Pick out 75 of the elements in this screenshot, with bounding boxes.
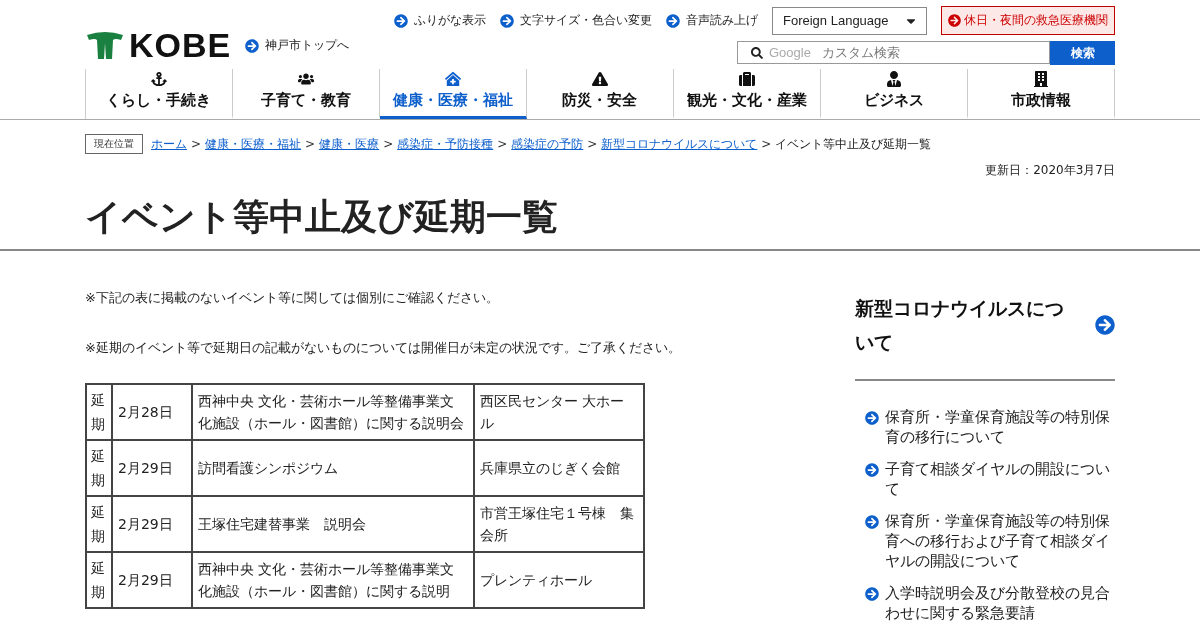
google-label: Google xyxy=(769,45,811,60)
breadcrumb-link[interactable]: 健康・医療 xyxy=(319,135,380,153)
table-cell: 延期 xyxy=(86,384,112,440)
table-cell: 延期 xyxy=(86,496,112,552)
table-cell: 延期 xyxy=(86,552,112,608)
breadcrumb-link[interactable]: 新型コロナウイルスについて xyxy=(601,135,758,153)
table-cell: 2月28日 xyxy=(112,384,192,440)
utility-link[interactable]: 音声読み上げ xyxy=(666,12,758,29)
page-title: イベント等中止及び延期一覧 xyxy=(85,195,559,239)
table-cell: 西神中央 文化・芸術ホール等整備事業文化施設（ホール・図書館）に関する説明会 xyxy=(192,384,474,440)
arrow-icon xyxy=(865,515,879,529)
sidebar-link[interactable]: 入学時説明会及び分散登校の見合わせに関する緊急要請 xyxy=(865,583,1115,623)
logo-mark-icon xyxy=(85,30,125,61)
table-cell: 2月29日 xyxy=(112,552,192,608)
kobe-logo[interactable]: KOBE xyxy=(85,26,232,65)
note-text: ※下記の表に掲載のないイベント等に関しては個別にご確認ください。 xyxy=(85,289,500,307)
breadcrumb-link[interactable]: 感染症・予防接種 xyxy=(397,135,494,153)
table-cell: 訪問看護シンポジウム xyxy=(192,440,474,496)
arrow-icon xyxy=(245,38,260,53)
updated-date: 更新日：2020年3月7日 xyxy=(985,163,1115,177)
sidebar-link[interactable]: 保育所・学童保育施設等の特別保育への移行および子育て相談ダイヤルの開設について xyxy=(865,511,1115,571)
utility-link[interactable]: ふりがな表示 xyxy=(394,12,486,29)
language-select[interactable]: Foreign Language xyxy=(772,6,927,35)
logo-text: KOBE xyxy=(129,26,232,65)
building-icon xyxy=(1033,71,1050,87)
nav-tab[interactable]: 観光・文化・産業 xyxy=(674,69,822,119)
utility-link[interactable]: 文字サイズ・色合い変更 xyxy=(500,12,652,29)
table-cell: プレンティホール xyxy=(474,552,644,608)
breadcrumb-current: イベント等中止及び延期一覧 xyxy=(775,135,932,153)
arrow-icon xyxy=(865,411,879,425)
nav-tab[interactable]: くらし・手続き xyxy=(85,69,233,119)
nav-tab[interactable]: 子育て・教育 xyxy=(232,69,380,119)
nav-tab[interactable]: 市政情報 xyxy=(968,69,1116,119)
breadcrumb-separator: > xyxy=(497,137,508,151)
sidebar-heading-link[interactable]: 新型コロナウイルスについて xyxy=(855,289,1115,381)
nav-tab[interactable]: ビジネス xyxy=(821,69,969,119)
sidebar-link[interactable]: 保育所・学童保育施設等の特別保育の移行について xyxy=(865,407,1115,447)
table-cell: 市営王塚住宅１号棟 集会所 xyxy=(474,496,644,552)
nav-tab[interactable]: 防災・安全 xyxy=(526,69,675,119)
table-cell: 2月29日 xyxy=(112,496,192,552)
breadcrumb-separator: > xyxy=(305,137,316,151)
arrow-icon xyxy=(1095,315,1115,335)
suitcase-icon xyxy=(739,71,756,87)
nav-tab[interactable]: 健康・医療・福祉 xyxy=(379,69,527,119)
breadcrumb-separator: > xyxy=(587,137,598,151)
city-top-link[interactable]: 神戸市トップへ xyxy=(245,37,350,54)
people-icon xyxy=(297,71,314,87)
hospital-icon xyxy=(444,71,461,87)
search-icon xyxy=(751,46,763,59)
breadcrumb-separator: > xyxy=(191,137,202,151)
search-button[interactable]: 検索 xyxy=(1050,41,1115,65)
breadcrumb-link[interactable]: 感染症の予防 xyxy=(511,135,584,153)
note-text: ※延期のイベント等で延期日の記載がないものについては開催日が未定の状況です。ご了承ください。 xyxy=(85,339,682,357)
table-cell: 2月29日 xyxy=(112,440,192,496)
person-icon xyxy=(886,71,903,87)
breadcrumb-separator: > xyxy=(383,137,394,151)
table-cell: 西神中央 文化・芸術ホール等整備事業文化施設（ホール・図書館）に関する説明 xyxy=(192,552,474,608)
table-cell: 西区民センター 大ホール xyxy=(474,384,644,440)
arrow-icon xyxy=(865,587,879,601)
arrow-icon xyxy=(666,13,680,28)
emergency-button[interactable]: 休日・夜間の救急医療機関 xyxy=(941,6,1115,35)
table-cell: 兵庫県立のじぎく会館 xyxy=(474,440,644,496)
table-cell: 王塚住宅建替事業 説明会 xyxy=(192,496,474,552)
arrow-icon xyxy=(948,14,961,27)
arrow-icon xyxy=(394,13,408,28)
arrow-icon xyxy=(500,13,514,28)
breadcrumb-link[interactable]: ホーム xyxy=(151,135,187,153)
warning-icon xyxy=(592,71,608,87)
location-label: 現在位置 xyxy=(85,134,143,154)
breadcrumb-separator: > xyxy=(761,137,772,151)
breadcrumb-link[interactable]: 健康・医療・福祉 xyxy=(205,135,302,153)
table-cell: 延期 xyxy=(86,440,112,496)
sidebar-link[interactable]: 子育て相談ダイヤルの開設について xyxy=(865,459,1115,499)
anchor-icon xyxy=(150,71,167,87)
arrow-icon xyxy=(865,463,879,477)
